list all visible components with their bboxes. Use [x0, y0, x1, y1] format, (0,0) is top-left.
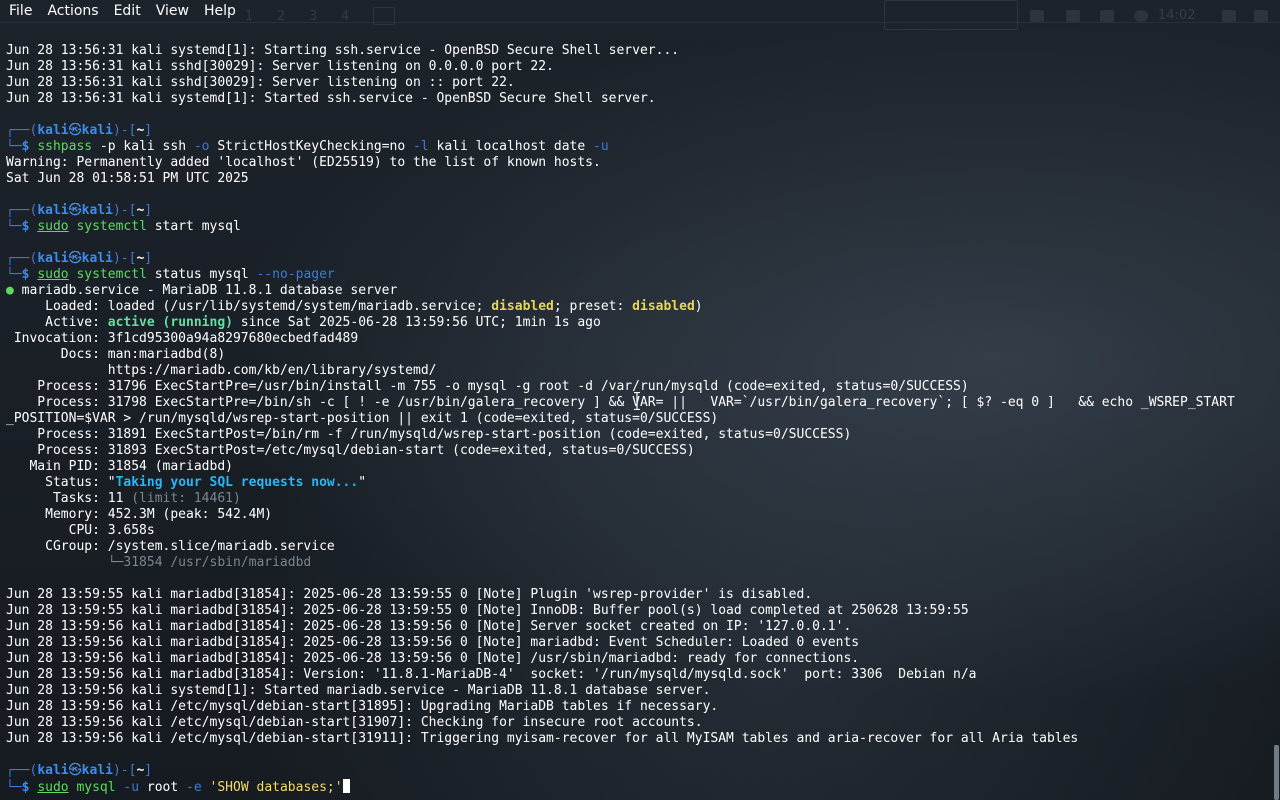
service-header: ● mariadb.service - MariaDB 11.8.1 datab…: [6, 283, 398, 298]
menu-edit[interactable]: Edit: [107, 0, 149, 22]
log-line: Jun 28 13:59:56 kali /etc/mysql/debian-s…: [6, 699, 719, 714]
i-beam-cursor-icon: [634, 392, 640, 410]
mainpid-line: Main PID: 31854 (mariadbd): [6, 459, 233, 474]
log-line: Jun 28 13:56:31 kali systemd[1]: Startin…: [6, 43, 680, 58]
memory-line: Memory: 452.3M (peak: 542.4M): [6, 507, 273, 522]
prompt-host: kali: [81, 123, 113, 138]
log-line: Jun 28 13:59:56 kali /etc/mysql/debian-s…: [6, 731, 1079, 746]
text-cursor: [342, 779, 350, 793]
log-line: Jun 28 13:59:55 kali mariadbd[31854]: 20…: [6, 603, 969, 618]
status-dot-icon: ●: [6, 283, 14, 298]
prompt-header: ┌──(kali㉿kali)-[~]: [6, 123, 153, 138]
docs-line: https://mariadb.com/kb/en/library/system…: [6, 363, 437, 378]
status-text: Taking your SQL requests now...: [115, 475, 359, 490]
terminal-output[interactable]: Jun 28 13:56:31 kali systemd[1]: Startin…: [6, 43, 1272, 800]
command-line: └─$ sudo systemctl status mysql --no-pag…: [6, 267, 335, 282]
cpu-line: CPU: 3.658s: [6, 523, 155, 538]
prompt-header: ┌──(kali㉿kali)-[~]: [6, 203, 153, 218]
cgroup-child-line: └─31854 /usr/sbin/mariadbd: [6, 555, 312, 570]
kali-skull-icon: ㉿: [68, 763, 82, 778]
output-line: Warning: Permanently added 'localhost' (…: [6, 155, 601, 170]
output-line: Sat Jun 28 01:58:51 PM UTC 2025: [6, 171, 249, 186]
invocation-line: Invocation: 3f1cd95300a94a8297680ecbedfa…: [6, 331, 359, 346]
log-line: Jun 28 13:56:31 kali sshd[30029]: Server…: [6, 59, 554, 74]
log-line: Jun 28 13:56:31 kali sshd[30029]: Server…: [6, 75, 515, 90]
current-command-input[interactable]: └─$ sudo mysql -u root -e 'SHOW database…: [6, 779, 1272, 795]
kali-skull-icon: ㉿: [68, 123, 82, 138]
log-line: Jun 28 13:59:56 kali mariadbd[31854]: 20…: [6, 635, 860, 650]
command-line: └─$ sshpass -p kali ssh -o StrictHostKey…: [6, 139, 609, 154]
menu-actions[interactable]: Actions: [40, 0, 106, 22]
terminal-menubar: File Actions Edit View Help: [0, 0, 1280, 22]
kali-skull-icon: ㉿: [68, 251, 82, 266]
tasks-line: Tasks: 11 (limit: 14461): [6, 491, 241, 506]
process-line: _POSITION=$VAR > /run/mysqld/wsrep-start…: [6, 411, 719, 426]
prompt-header: ┌──(kali㉿kali)-[~]: [6, 251, 153, 266]
log-line: Jun 28 13:59:56 kali mariadbd[31854]: Ve…: [6, 667, 977, 682]
prompt-header: ┌──(kali㉿kali)-[~]: [6, 763, 153, 778]
active-line: Active: active (running) since Sat 2025-…: [6, 315, 601, 330]
log-line: Jun 28 13:59:56 kali systemd[1]: Started…: [6, 683, 711, 698]
menu-help[interactable]: Help: [197, 0, 244, 22]
log-line: Jun 28 13:59:55 kali mariadbd[31854]: 20…: [6, 587, 813, 602]
menubar-divider: [0, 22, 1280, 23]
log-line: Jun 28 13:59:56 kali /etc/mysql/debian-s…: [6, 715, 703, 730]
status-line: Status: "Taking your SQL requests now...…: [6, 475, 367, 490]
terminal-scrollbar[interactable]: [1274, 745, 1279, 800]
menu-file[interactable]: File: [2, 0, 40, 22]
log-line: Jun 28 13:56:31 kali systemd[1]: Started…: [6, 91, 656, 106]
docs-line: Docs: man:mariadbd(8): [6, 347, 226, 362]
menu-view[interactable]: View: [149, 0, 197, 22]
log-line: Jun 28 13:59:56 kali mariadbd[31854]: 20…: [6, 651, 860, 666]
process-line: Process: 31893 ExecStartPost=/etc/mysql/…: [6, 443, 695, 458]
cgroup-line: CGroup: /system.slice/mariadb.service: [6, 539, 335, 554]
command-line: └─$ sudo systemctl start mysql: [6, 219, 241, 234]
log-line: Jun 28 13:59:56 kali mariadbd[31854]: 20…: [6, 619, 852, 634]
kali-skull-icon: ㉿: [68, 203, 82, 218]
loaded-line: Loaded: loaded (/usr/lib/systemd/system/…: [6, 299, 703, 314]
prompt-user: kali: [37, 123, 69, 138]
process-line: Process: 31891 ExecStartPost=/bin/rm -f …: [6, 427, 852, 442]
active-state: active (running): [107, 315, 233, 330]
